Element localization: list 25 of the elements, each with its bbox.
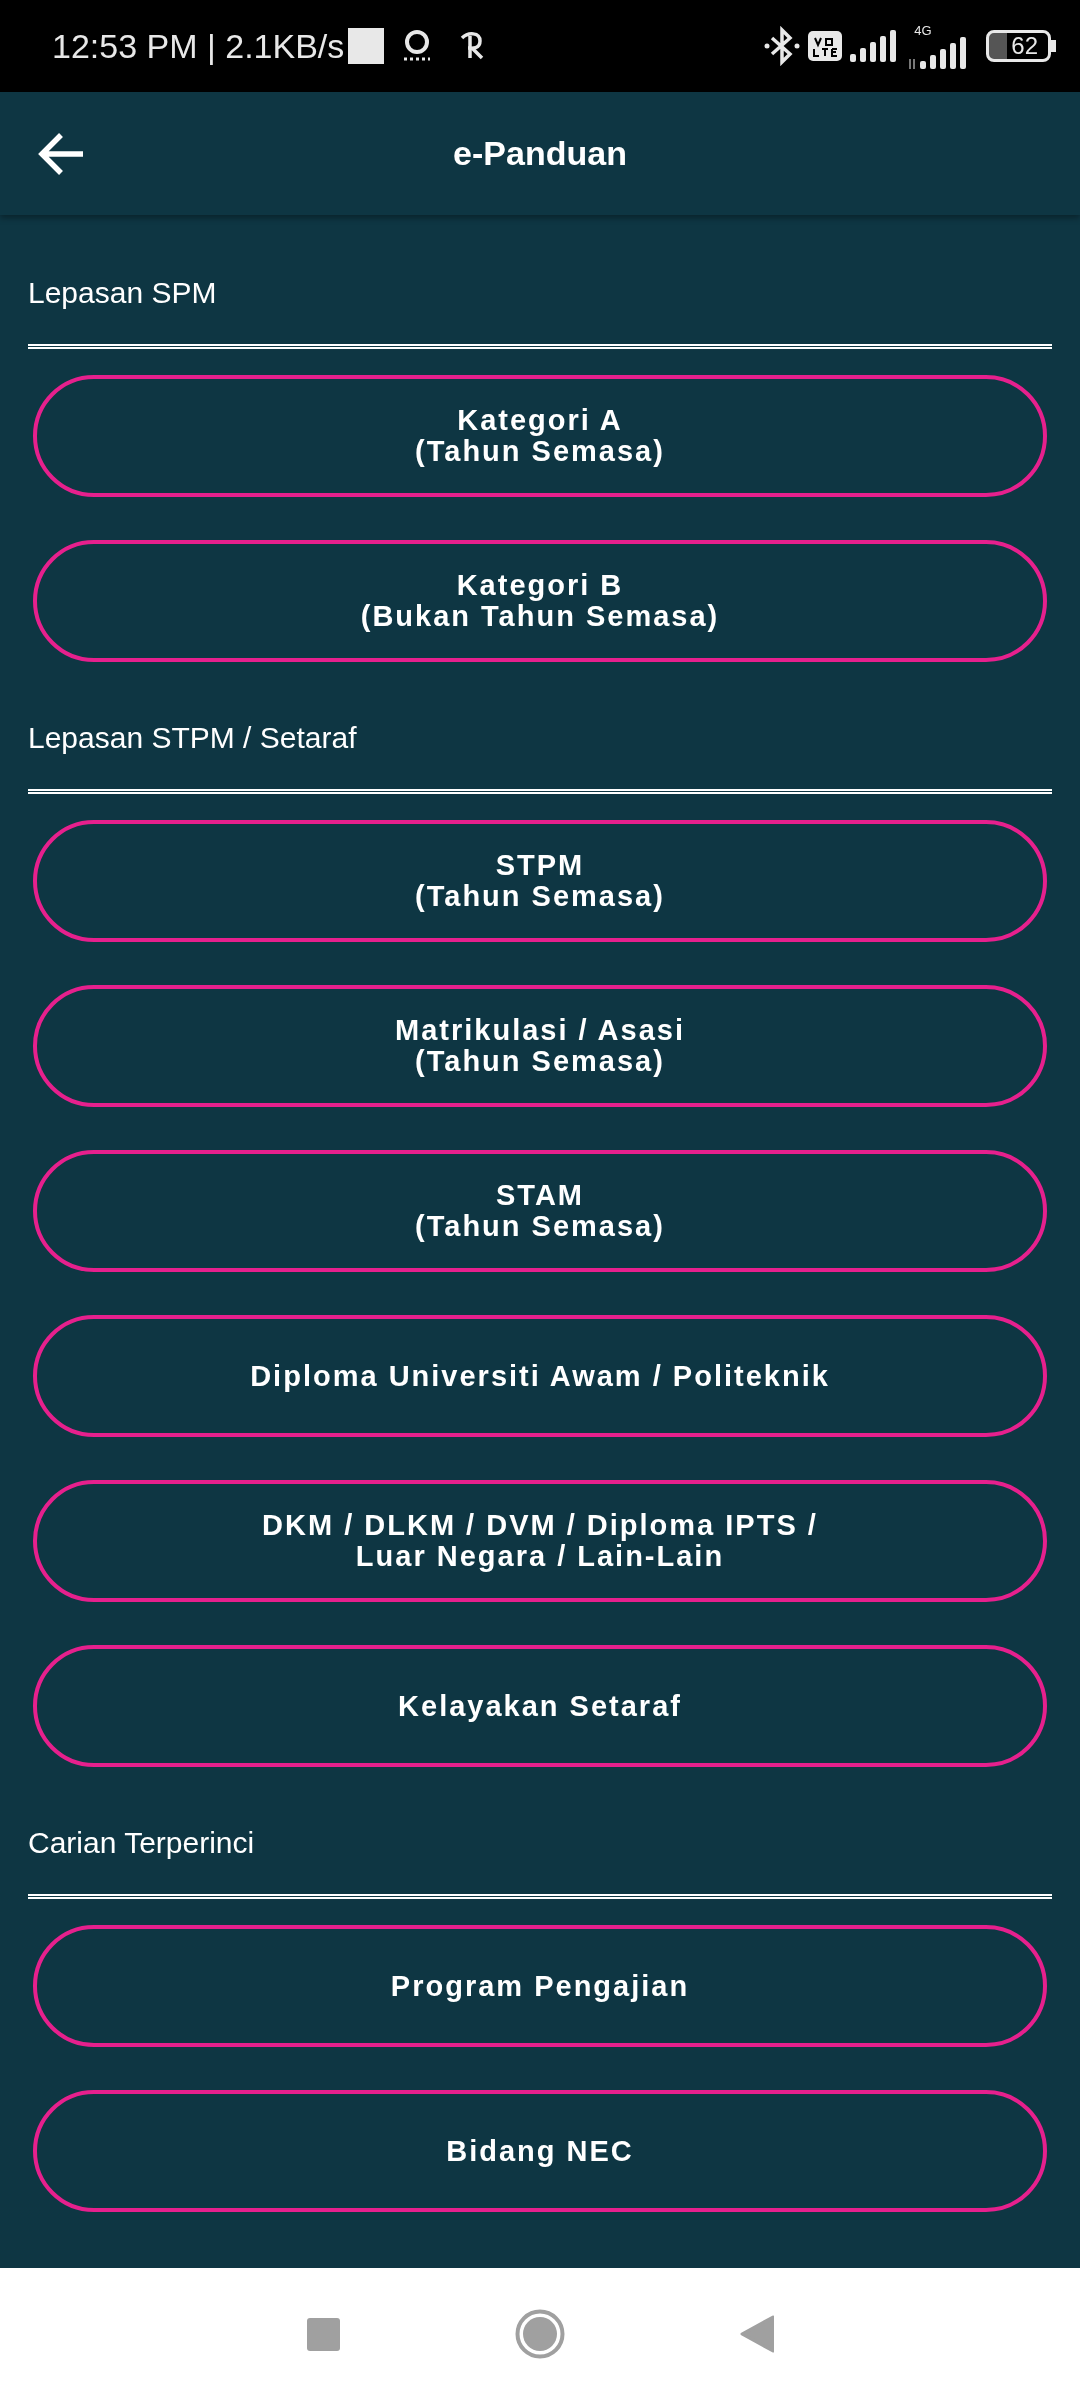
menu-button[interactable]: Kategori A (Tahun Semasa) <box>33 375 1047 497</box>
menu-button[interactable]: Diploma Universiti Awam / Politeknik <box>33 1315 1047 1437</box>
battery-tip-icon <box>1051 40 1056 52</box>
network-type-label: 4G <box>914 23 932 37</box>
screen-title: e-Panduan <box>453 133 627 174</box>
square-icon <box>348 28 385 64</box>
menu-button[interactable]: Matrikulasi / Asasi (Tahun Semasa) <box>33 985 1047 1107</box>
battery-level: 62 <box>986 30 1051 62</box>
home-icon[interactable] <box>514 2309 565 2359</box>
section-title: Carian Terperinci <box>28 1825 256 1861</box>
status-time: 12:53 PM | 2.1KB/s <box>52 25 345 67</box>
volte-icon <box>808 31 843 61</box>
menu-button[interactable]: DKM / DLKM / DVM / Diploma IPTS / Luar Negara / Lain-Lain <box>33 1480 1047 1602</box>
menu-button[interactable]: Kategori B (Bukan Tahun Semasa) <box>33 540 1047 662</box>
bluetooth-icon <box>764 26 801 66</box>
menu-button[interactable]: STAM (Tahun Semasa) <box>33 1150 1047 1272</box>
section-title: Lepasan STPM / Setaraf <box>28 720 358 756</box>
recent-apps-icon[interactable] <box>306 2317 340 2351</box>
menu-button[interactable]: STPM (Tahun Semasa) <box>33 820 1047 942</box>
menu-button[interactable]: Bidang NEC <box>33 2090 1047 2212</box>
back-icon[interactable] <box>739 2315 774 2353</box>
menu-button[interactable]: Kelayakan Setaraf <box>33 1645 1047 1767</box>
section-title: Lepasan SPM <box>28 275 218 311</box>
back-arrow-icon[interactable] <box>37 131 85 176</box>
menu-button[interactable]: Program Pengajian <box>33 1925 1047 2047</box>
